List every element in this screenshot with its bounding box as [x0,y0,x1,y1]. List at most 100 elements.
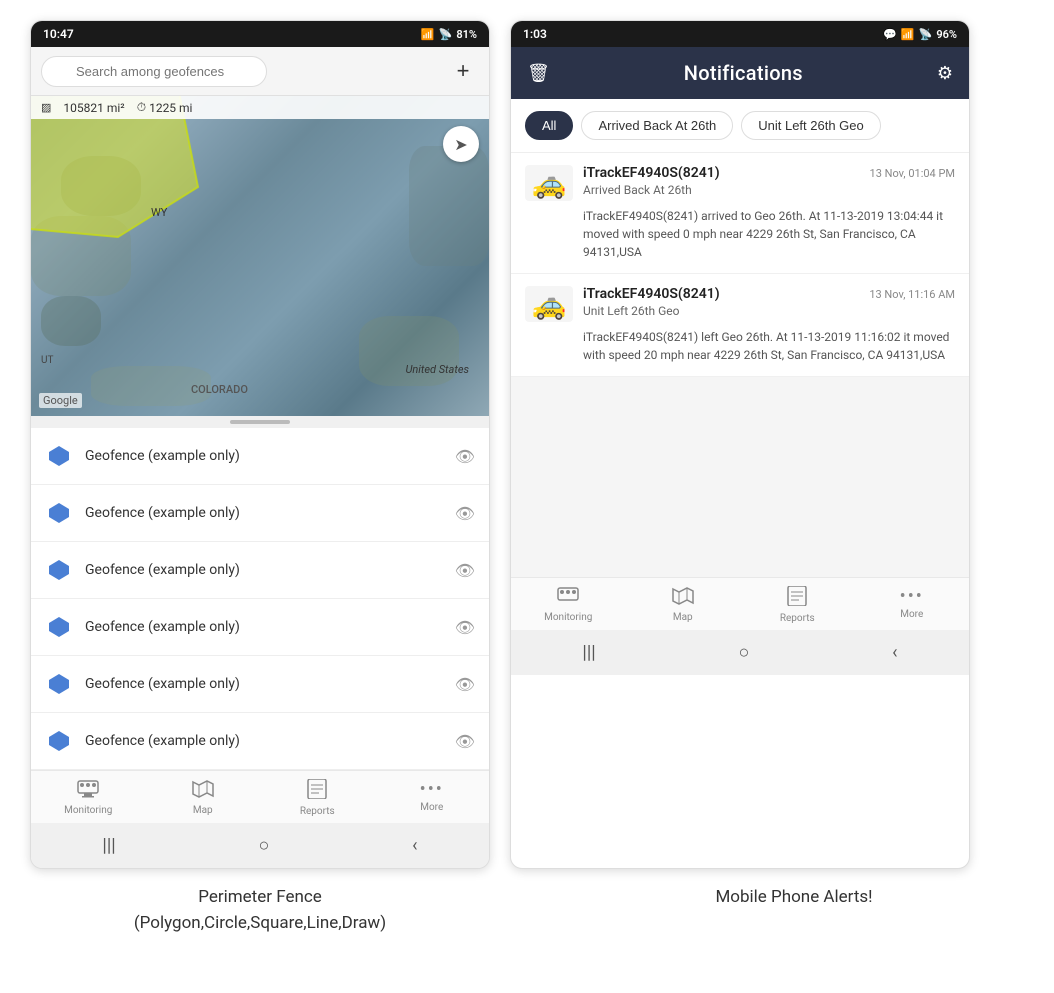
geofence-icon-5 [45,670,73,698]
geofence-eye-6[interactable]: 👁 [455,732,475,751]
clock-icon: ⏱ [137,100,146,115]
captions-container: Perimeter Fence(Polygon,Circle,Square,Li… [0,869,1054,936]
filter-arrived[interactable]: Arrived Back At 26th [581,111,733,140]
nav-reports-right[interactable]: Reports [767,586,827,624]
notif-time-2: 13 Nov, 11:16 AM [869,288,955,301]
terrain-patch [41,296,101,346]
search-input[interactable] [41,56,267,87]
left-caption-text: Perimeter Fence(Polygon,Circle,Square,Li… [134,887,386,933]
nav-map-left[interactable]: Map [173,779,233,817]
android-back-right[interactable]: ‹ [892,642,897,663]
right-time: 1:03 [523,27,547,41]
android-home-left[interactable]: ○ [258,835,269,856]
right-phone: 1:03 💬 📶 📡 96% 🗑 Notifications ⚙ All Arr… [510,20,970,869]
android-menu-left[interactable]: ||| [102,835,115,856]
notif-event-2: Unit Left 26th Geo [583,304,955,318]
notif-card-info-2: iTrackEF4940S(8241) 13 Nov, 11:16 AM Uni… [583,286,955,318]
right-status-bar: 1:03 💬 📶 📡 96% [511,21,969,47]
geofence-item-6[interactable]: Geofence (example only) 👁 [31,713,489,770]
filter-all[interactable]: All [525,111,573,140]
geofence-eye-2[interactable]: 👁 [455,504,475,523]
android-home-right[interactable]: ○ [738,642,749,663]
geofence-item-1[interactable]: Geofence (example only) 👁 [31,428,489,485]
nav-map-label-right: Map [673,612,693,623]
geofence-eye-5[interactable]: 👁 [455,675,475,694]
right-android-nav: ||| ○ ‹ [511,630,969,675]
geofence-item-4[interactable]: Geofence (example only) 👁 [31,599,489,656]
car-icon-2: 🚕 [532,288,567,321]
notification-card-1[interactable]: 🚕 iTrackEF4940S(8241) 13 Nov, 01:04 PM A… [511,153,969,274]
notifications-title: Notifications [684,61,803,85]
nav-more-label-left: More [420,802,443,813]
map-compass[interactable]: ➤ [443,126,479,162]
geofence-label-1: Geofence (example only) [85,448,443,464]
nav-map-right[interactable]: Map [653,586,713,624]
search-bar-container: 🔍 + [31,47,489,96]
geofence-icon-4 [45,613,73,641]
add-geofence-button[interactable]: + [447,55,479,87]
geofence-label-3: Geofence (example only) [85,562,443,578]
notification-card-2[interactable]: 🚕 iTrackEF4940S(8241) 13 Nov, 11:16 AM U… [511,274,969,377]
nav-monitoring-left[interactable]: Monitoring [58,779,118,817]
android-menu-right[interactable]: ||| [582,642,595,663]
device-name-1: iTrackEF4940S(8241) [583,165,720,181]
map-label-wy: WY [151,206,167,219]
wifi-icon-right: 📶 [901,28,915,41]
hatch-icon: ▨ [41,101,51,114]
map-label-ut: UT [41,355,53,366]
more-icon-right: ••• [900,586,924,607]
left-caption: Perimeter Fence(Polygon,Circle,Square,Li… [30,885,490,936]
settings-icon[interactable]: ⚙ [937,63,953,84]
geofence-eye-4[interactable]: 👁 [455,618,475,637]
nav-reports-label-right: Reports [780,613,815,624]
android-back-left[interactable]: ‹ [412,835,417,856]
terrain-patch [409,146,489,266]
geofence-item-5[interactable]: Geofence (example only) 👁 [31,656,489,713]
wifi-icon: 📶 [421,28,435,41]
notif-event-1: Arrived Back At 26th [583,183,955,197]
notifications-list: 🚕 iTrackEF4940S(8241) 13 Nov, 01:04 PM A… [511,153,969,577]
geofence-item-3[interactable]: Geofence (example only) 👁 [31,542,489,599]
nav-monitoring-label-left: Monitoring [64,805,112,816]
nav-reports-left[interactable]: Reports [287,779,347,817]
geofence-eye-1[interactable]: 👁 [455,447,475,466]
notifications-header: 🗑 Notifications ⚙ [511,47,969,99]
search-wrapper: 🔍 [41,56,439,87]
map-area-label: 105821 mi² [63,101,124,115]
trash-icon[interactable]: 🗑 [527,63,550,84]
geofence-icon-2 [45,499,73,527]
notif-empty-area [511,377,969,577]
nav-reports-label-left: Reports [300,806,335,817]
geofence-label-5: Geofence (example only) [85,676,443,692]
notif-time-1: 13 Nov, 01:04 PM [870,167,955,180]
geofence-icon-1 [45,442,73,470]
nav-more-right[interactable]: ••• More [882,586,942,624]
map-label-us: United States [405,363,469,376]
geofence-label-4: Geofence (example only) [85,619,443,635]
nav-more-label-right: More [900,609,923,620]
nav-monitoring-right[interactable]: Monitoring [538,586,598,624]
signal-icon-right: 📡 [919,28,933,41]
monitoring-icon-right [557,586,579,610]
map-icon-left [192,779,214,803]
right-bottom-nav: Monitoring Map Reports ••• More [511,577,969,630]
map-icon-right [672,586,694,610]
signal-icon: 📡 [439,28,453,41]
nav-more-left[interactable]: ••• More [402,779,462,817]
filter-left[interactable]: Unit Left 26th Geo [741,111,881,140]
map-area: ▨ 105821 mi² ⏱ 1225 mi ➤ WY United State… [31,96,489,416]
geofence-eye-3[interactable]: 👁 [455,561,475,580]
device-name-2: iTrackEF4940S(8241) [583,286,720,302]
geofence-item-2[interactable]: Geofence (example only) 👁 [31,485,489,542]
filter-tabs: All Arrived Back At 26th Unit Left 26th … [511,99,969,153]
distance-label: ⏱ 1225 mi [137,100,193,115]
geofence-icon-3 [45,556,73,584]
nav-monitoring-label-right: Monitoring [544,612,592,623]
nav-map-label-left: Map [193,805,213,816]
right-caption: Mobile Phone Alerts! [564,885,1024,936]
scroll-indicator [31,416,489,428]
car-icon-1: 🚕 [532,167,567,200]
notif-body-1: iTrackEF4940S(8241) arrived to Geo 26th.… [525,207,955,261]
battery-left: 81% [456,28,477,41]
geofence-icon-6 [45,727,73,755]
